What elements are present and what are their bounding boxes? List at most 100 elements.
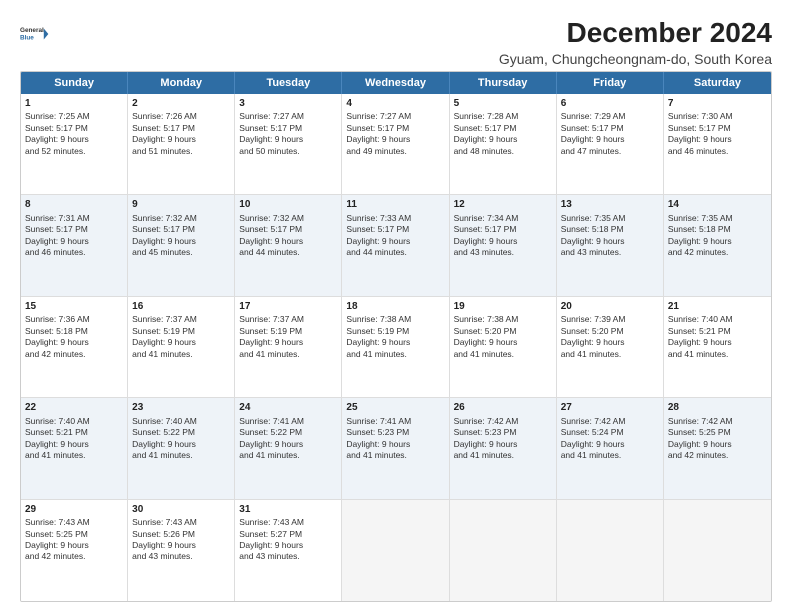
day-number: 19 <box>454 300 552 314</box>
day-info-line: Sunrise: 7:43 AM <box>239 517 337 528</box>
day-number: 26 <box>454 401 552 415</box>
day-info-line: Sunset: 5:19 PM <box>239 326 337 337</box>
cal-cell-7: 7Sunrise: 7:30 AMSunset: 5:17 PMDaylight… <box>664 94 771 194</box>
day-info-line: Daylight: 9 hours <box>668 134 767 145</box>
day-info-line: Daylight: 9 hours <box>668 236 767 247</box>
day-info-line: Sunrise: 7:40 AM <box>668 314 767 325</box>
day-info-line: and 52 minutes. <box>25 146 123 157</box>
day-number: 31 <box>239 503 337 517</box>
day-number: 7 <box>668 97 767 111</box>
day-info-line: and 41 minutes. <box>561 450 659 461</box>
day-info-line: Sunrise: 7:32 AM <box>132 213 230 224</box>
day-info-line: Sunset: 5:18 PM <box>25 326 123 337</box>
day-info-line: Daylight: 9 hours <box>239 540 337 551</box>
day-info-line: and 41 minutes. <box>132 450 230 461</box>
cal-cell-empty-4 <box>450 500 557 601</box>
day-info-line: and 50 minutes. <box>239 146 337 157</box>
calendar-row-5: 29Sunrise: 7:43 AMSunset: 5:25 PMDayligh… <box>21 500 771 601</box>
cal-cell-29: 29Sunrise: 7:43 AMSunset: 5:25 PMDayligh… <box>21 500 128 601</box>
day-number: 8 <box>25 198 123 212</box>
day-info-line: Sunrise: 7:37 AM <box>132 314 230 325</box>
day-info-line: Sunrise: 7:31 AM <box>25 213 123 224</box>
day-info-line: Daylight: 9 hours <box>132 540 230 551</box>
day-info-line: and 48 minutes. <box>454 146 552 157</box>
day-info-line: Sunrise: 7:27 AM <box>346 111 444 122</box>
day-info-line: Daylight: 9 hours <box>346 439 444 450</box>
day-info-line: Sunset: 5:23 PM <box>346 427 444 438</box>
day-info-line: Daylight: 9 hours <box>132 236 230 247</box>
day-info-line: and 41 minutes. <box>454 450 552 461</box>
day-number: 20 <box>561 300 659 314</box>
cal-cell-4: 4Sunrise: 7:27 AMSunset: 5:17 PMDaylight… <box>342 94 449 194</box>
day-info-line: and 41 minutes. <box>239 450 337 461</box>
page: GeneralBlue December 2024 Gyuam, Chungch… <box>0 0 792 612</box>
cal-cell-1: 1Sunrise: 7:25 AMSunset: 5:17 PMDaylight… <box>21 94 128 194</box>
calendar: SundayMondayTuesdayWednesdayThursdayFrid… <box>20 71 772 602</box>
cal-cell-18: 18Sunrise: 7:38 AMSunset: 5:19 PMDayligh… <box>342 297 449 397</box>
day-info-line: Sunset: 5:21 PM <box>668 326 767 337</box>
logo-icon: GeneralBlue <box>20 18 52 50</box>
svg-text:Blue: Blue <box>20 34 34 41</box>
day-info-line: Sunset: 5:25 PM <box>25 529 123 540</box>
svg-text:General: General <box>20 27 44 34</box>
day-info-line: Sunrise: 7:35 AM <box>561 213 659 224</box>
cal-cell-28: 28Sunrise: 7:42 AMSunset: 5:25 PMDayligh… <box>664 398 771 498</box>
day-info-line: Daylight: 9 hours <box>454 439 552 450</box>
day-info-line: Sunrise: 7:34 AM <box>454 213 552 224</box>
day-number: 3 <box>239 97 337 111</box>
day-info-line: and 42 minutes. <box>25 551 123 562</box>
calendar-row-1: 1Sunrise: 7:25 AMSunset: 5:17 PMDaylight… <box>21 94 771 195</box>
day-info-line: Sunset: 5:17 PM <box>239 123 337 134</box>
cal-cell-2: 2Sunrise: 7:26 AMSunset: 5:17 PMDaylight… <box>128 94 235 194</box>
day-info-line: and 42 minutes. <box>25 349 123 360</box>
day-info-line: Sunrise: 7:32 AM <box>239 213 337 224</box>
day-info-line: and 41 minutes. <box>132 349 230 360</box>
day-info-line: Sunset: 5:19 PM <box>346 326 444 337</box>
day-number: 17 <box>239 300 337 314</box>
day-info-line: Sunrise: 7:41 AM <box>346 416 444 427</box>
cal-cell-30: 30Sunrise: 7:43 AMSunset: 5:26 PMDayligh… <box>128 500 235 601</box>
day-info-line: Sunrise: 7:38 AM <box>346 314 444 325</box>
day-info-line: and 43 minutes. <box>239 551 337 562</box>
header-tuesday: Tuesday <box>235 72 342 94</box>
day-number: 14 <box>668 198 767 212</box>
day-info-line: Sunset: 5:18 PM <box>668 224 767 235</box>
cal-cell-5: 5Sunrise: 7:28 AMSunset: 5:17 PMDaylight… <box>450 94 557 194</box>
day-number: 28 <box>668 401 767 415</box>
day-info-line: Sunrise: 7:26 AM <box>132 111 230 122</box>
day-info-line: Sunrise: 7:43 AM <box>25 517 123 528</box>
day-info-line: Sunset: 5:23 PM <box>454 427 552 438</box>
day-info-line: Daylight: 9 hours <box>132 439 230 450</box>
day-number: 27 <box>561 401 659 415</box>
day-info-line: Daylight: 9 hours <box>346 134 444 145</box>
day-number: 9 <box>132 198 230 212</box>
day-info-line: and 51 minutes. <box>132 146 230 157</box>
day-info-line: and 43 minutes. <box>561 247 659 258</box>
day-info-line: and 42 minutes. <box>668 450 767 461</box>
day-number: 11 <box>346 198 444 212</box>
day-info-line: Sunrise: 7:40 AM <box>132 416 230 427</box>
cal-cell-19: 19Sunrise: 7:38 AMSunset: 5:20 PMDayligh… <box>450 297 557 397</box>
day-info-line: and 41 minutes. <box>239 349 337 360</box>
day-info-line: Daylight: 9 hours <box>454 134 552 145</box>
day-info-line: and 41 minutes. <box>454 349 552 360</box>
cal-cell-24: 24Sunrise: 7:41 AMSunset: 5:22 PMDayligh… <box>235 398 342 498</box>
day-info-line: Sunset: 5:17 PM <box>454 123 552 134</box>
header-wednesday: Wednesday <box>342 72 449 94</box>
cal-cell-12: 12Sunrise: 7:34 AMSunset: 5:17 PMDayligh… <box>450 195 557 295</box>
day-info-line: Daylight: 9 hours <box>561 236 659 247</box>
day-info-line: Sunset: 5:20 PM <box>454 326 552 337</box>
day-number: 16 <box>132 300 230 314</box>
cal-cell-23: 23Sunrise: 7:40 AMSunset: 5:22 PMDayligh… <box>128 398 235 498</box>
cal-cell-22: 22Sunrise: 7:40 AMSunset: 5:21 PMDayligh… <box>21 398 128 498</box>
day-info-line: Sunrise: 7:40 AM <box>25 416 123 427</box>
cal-cell-8: 8Sunrise: 7:31 AMSunset: 5:17 PMDaylight… <box>21 195 128 295</box>
calendar-row-2: 8Sunrise: 7:31 AMSunset: 5:17 PMDaylight… <box>21 195 771 296</box>
day-info-line: Daylight: 9 hours <box>239 134 337 145</box>
day-info-line: Daylight: 9 hours <box>25 439 123 450</box>
cal-cell-empty-3 <box>342 500 449 601</box>
day-info-line: Daylight: 9 hours <box>346 337 444 348</box>
day-info-line: Sunset: 5:24 PM <box>561 427 659 438</box>
day-number: 24 <box>239 401 337 415</box>
header-friday: Friday <box>557 72 664 94</box>
